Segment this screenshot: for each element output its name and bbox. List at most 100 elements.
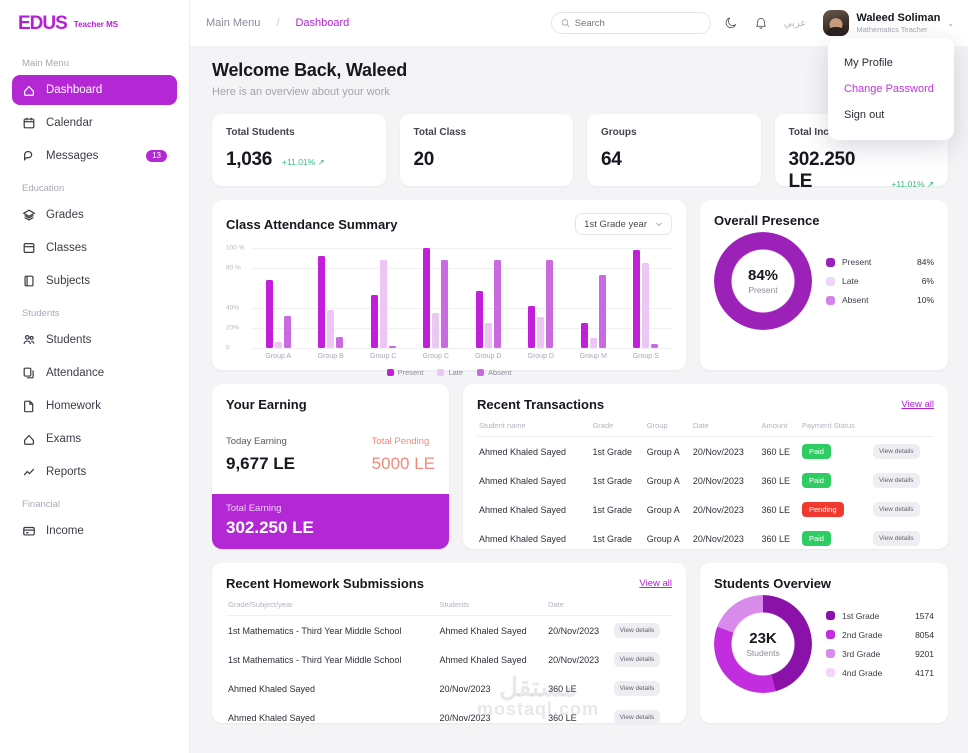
status-badge: Pending [801, 502, 844, 517]
home-icon [24, 434, 34, 445]
page-content: Welcome Back, Waleed Here is an overview… [190, 46, 968, 753]
sidebar-item-label: Grades [46, 209, 84, 221]
chevron-down-icon[interactable]: ⌄ [947, 19, 954, 28]
breadcrumb-current[interactable]: Dashboard [295, 17, 349, 29]
table-column-header [611, 591, 672, 616]
table-row: Ahmed Khaled Sayed 1st Grade Group A 20/Nov… [477, 466, 934, 495]
students-overview-legend: 1st Grade 1574 2nd Grade 8054 3rd Grade 9201 4… [826, 611, 934, 678]
legend-value: 1574 [915, 610, 934, 621]
chart-legend-item[interactable]: Absent [477, 368, 511, 377]
sidebar-item-classes[interactable]: Classes [12, 233, 177, 263]
presence-center-value: 84% [747, 267, 779, 284]
donut-legend-row[interactable]: 1st Grade 1574 [826, 611, 934, 621]
user-profile-chip[interactable]: Waleed Soliman Mathematics Teacher ⌄ [823, 10, 954, 36]
cell-student: Ahmed Khaled Sayed [479, 475, 567, 486]
legend-swatch [826, 649, 835, 658]
view-details-button[interactable]: View details [613, 652, 661, 667]
chart-bar [265, 280, 273, 348]
legend-value: 9201 [915, 648, 934, 659]
sidebar-item-exams[interactable]: Exams [12, 424, 177, 454]
menu-item-sign-out[interactable]: Sign out [828, 102, 954, 128]
cell-subject: Ahmed Khaled Sayed [228, 683, 316, 694]
sidebar-item-attendance[interactable]: Attendance [12, 358, 177, 388]
homework-view-all[interactable]: View all [639, 578, 672, 589]
window-icon [23, 243, 35, 253]
donut-legend-row[interactable]: Late 6% [826, 276, 934, 286]
table-header-row: Student name Grade Group Date Amount Payment … [477, 412, 934, 437]
stat-trend: +11.01% ↗ [891, 179, 934, 189]
legend-label: Present [842, 257, 872, 267]
table-header-row: Grade/Subject/year Students Date [226, 591, 672, 616]
table-row: 1st Mathematics - Third Year Middle Scho… [226, 645, 672, 674]
cell-grade: 1st Grade [592, 504, 632, 515]
legend-swatch [386, 369, 394, 376]
legend-label: 4nd Grade [842, 667, 883, 678]
presence-donut-chart: 84% Present [714, 232, 812, 330]
status-badge: Paid [801, 531, 831, 546]
attendance-bar-chart: 0 20% 40% 80 % 100 % [226, 245, 672, 352]
cell-date: 360 LE [548, 683, 577, 694]
cell-subject: 1st Mathematics - Third Year Middle Scho… [228, 654, 402, 665]
cell-group: Group A [646, 533, 680, 544]
sidebar-item-reports[interactable]: Reports [12, 457, 177, 487]
chart-bar [484, 323, 492, 348]
your-earning-panel: Your Earning Today Earning 9,677 LE Tota… [212, 384, 449, 549]
table-column-header: Students [437, 591, 547, 616]
chart-bar [379, 260, 387, 348]
legend-label: 1st Grade [842, 610, 880, 621]
notifications-button[interactable] [751, 13, 771, 33]
legend-value: 8054 [915, 629, 934, 640]
chart-legend-item[interactable]: Present [386, 368, 423, 377]
view-details-button[interactable]: View details [872, 502, 920, 517]
chart-x-label: Group M [579, 353, 607, 360]
sidebar-item-label: Dashboard [46, 84, 103, 96]
chart-x-label: Group S [632, 353, 659, 360]
dark-mode-toggle[interactable] [721, 13, 741, 33]
view-details-button[interactable]: View details [613, 623, 661, 638]
donut-legend-row[interactable]: 2nd Grade 8054 [826, 630, 934, 640]
donut-legend-row[interactable]: Absent 10% [826, 295, 934, 305]
language-toggle[interactable]: عربي [781, 18, 810, 29]
transactions-view-all[interactable]: View all [901, 399, 934, 410]
table-column-header: Student name [477, 412, 591, 437]
donut-legend-row[interactable]: 4nd Grade 4171 [826, 668, 934, 678]
view-details-button[interactable]: View details [872, 531, 920, 546]
today-earning-label: Today Earning [226, 436, 287, 447]
sidebar-item-label: Attendance [46, 367, 105, 379]
sidebar-item-subjects[interactable]: Subjects [12, 266, 177, 296]
search-input[interactable] [574, 17, 701, 29]
search-icon [561, 19, 570, 28]
donut-legend-row[interactable]: Present 84% [826, 257, 934, 267]
sidebar: EDUS Teacher MS Main Menu Dashboard Calend… [0, 0, 190, 753]
attendance-legend: Present Late Absent [226, 368, 672, 377]
sidebar-item-calendar[interactable]: Calendar [12, 108, 177, 138]
view-details-button[interactable]: View details [872, 444, 920, 459]
donut-legend-row[interactable]: 3rd Grade 9201 [826, 649, 934, 659]
view-details-button[interactable]: View details [872, 473, 920, 488]
chart-legend-item[interactable]: Late [437, 368, 463, 377]
table-row: Ahmed Khaled Sayed 20/Nov/2023 360 LE View … [226, 674, 672, 703]
chart-line-icon [23, 468, 35, 476]
view-details-button[interactable]: View details [613, 681, 661, 696]
sidebar-item-grades[interactable]: Grades [12, 200, 177, 230]
grade-year-select[interactable]: 1st Grade year [575, 213, 672, 235]
sidebar-item-label: Income [46, 525, 84, 537]
view-details-button[interactable]: View details [613, 710, 661, 723]
table-column-header: Group [644, 412, 691, 437]
menu-item-my-profile[interactable]: My Profile [828, 50, 954, 76]
table-column-header: Date [690, 412, 760, 437]
menu-item-change-password[interactable]: Change Password [828, 76, 954, 102]
sidebar-item-income[interactable]: Income [12, 516, 177, 546]
sidebar-item-messages[interactable]: Messages 13 [12, 141, 177, 171]
sidebar-item-homework[interactable]: Homework [12, 391, 177, 421]
sidebar-item-students[interactable]: Students [12, 325, 177, 355]
user-dropdown-menu: My Profile Change Password Sign out [828, 38, 954, 140]
chart-bar-group [567, 248, 620, 348]
search-box[interactable] [550, 12, 711, 34]
sidebar-item-dashboard[interactable]: Dashboard [12, 75, 177, 105]
breadcrumb-parent[interactable]: Main Menu [206, 17, 260, 29]
recent-transactions-panel: Recent Transactions View all Student nam… [463, 384, 948, 549]
chart-y-tick: 80 % [226, 264, 241, 272]
table-column-header: Payment Status [799, 412, 871, 437]
brand-logo[interactable]: EDUS Teacher MS [12, 0, 177, 49]
